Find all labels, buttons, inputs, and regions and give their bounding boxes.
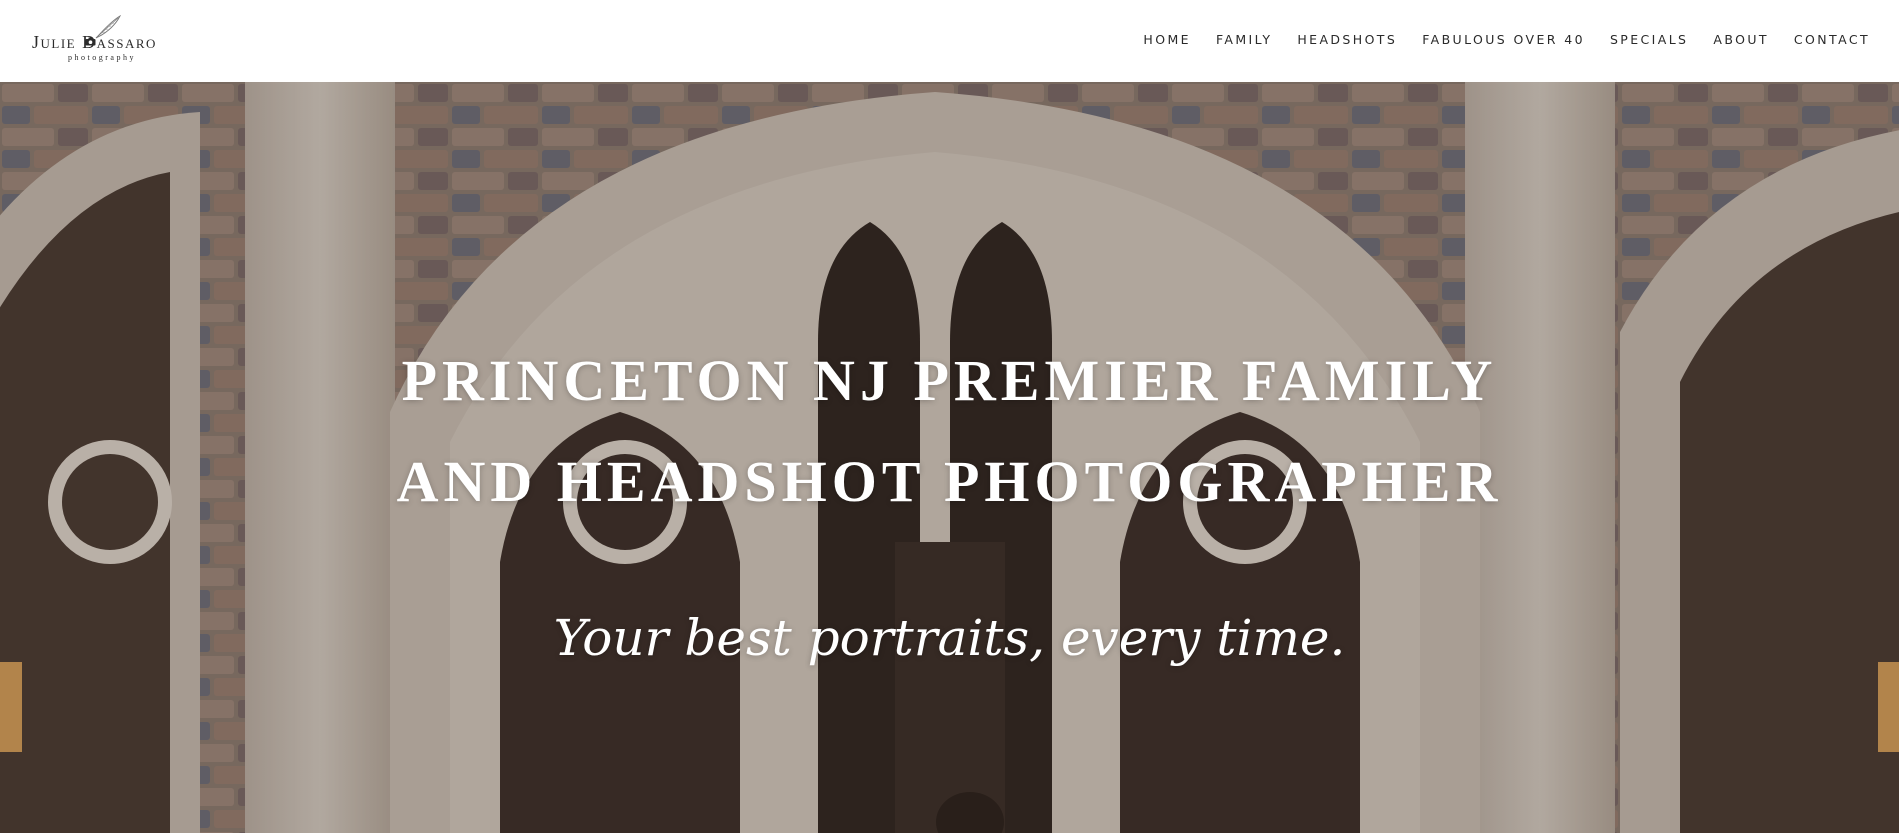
site-header: Julie Dassaro photography HOME FAMILY HE… <box>0 0 1899 82</box>
nav-item-headshots[interactable]: HEADSHOTS <box>1297 32 1397 47</box>
camera-icon <box>85 37 96 46</box>
hero-tagline: Your best portraits, every time. <box>553 609 1346 667</box>
nav-item-specials[interactable]: SPECIALS <box>1610 32 1688 47</box>
hero-section: PRINCETON NJ PREMIER FAMILY AND HEADSHOT… <box>0 82 1899 833</box>
site-logo[interactable]: Julie Dassaro photography <box>30 14 190 66</box>
nav-item-about[interactable]: ABOUT <box>1713 32 1769 47</box>
nav-item-family[interactable]: FAMILY <box>1216 32 1272 47</box>
nav-item-home[interactable]: HOME <box>1143 32 1191 47</box>
hero-title-line-2: AND HEADSHOT PHOTOGRAPHER <box>396 448 1503 514</box>
nav-item-contact[interactable]: CONTACT <box>1794 32 1870 47</box>
hero-title-line-1: PRINCETON NJ PREMIER FAMILY <box>401 347 1498 413</box>
nav-item-fabulous-over-40[interactable]: FABULOUS OVER 40 <box>1422 32 1585 47</box>
main-nav: HOME FAMILY HEADSHOTS FABULOUS OVER 40 S… <box>1118 32 1870 47</box>
logo-tagline: photography <box>68 53 136 62</box>
